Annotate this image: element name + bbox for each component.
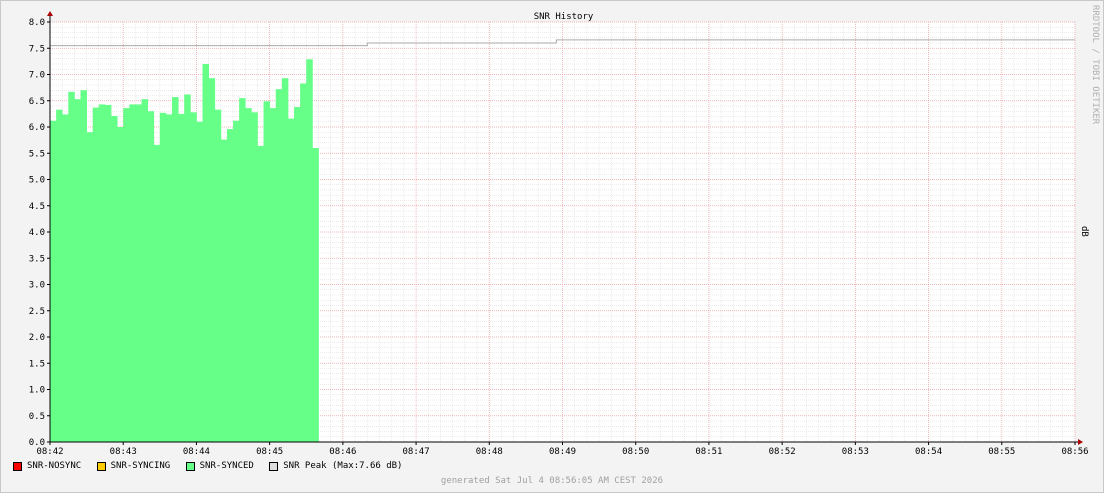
snr-synced-bar xyxy=(129,104,136,443)
legend-item-syncing: SNR-SYNCING xyxy=(96,461,171,471)
snr-synced-bar xyxy=(239,98,246,442)
y-tick-label: 7.0 xyxy=(29,71,45,81)
snr-synced-bar xyxy=(220,139,228,442)
legend-label-nosync: SNR-NOSYNC xyxy=(27,461,82,471)
snr-synced-bar xyxy=(196,121,203,442)
legend-label-peak: SNR Peak (Max:7.66 dB) xyxy=(283,461,403,471)
legend-swatch-nosync xyxy=(13,461,22,471)
snr-synced-bar xyxy=(257,145,264,442)
y-tick-label: 0.5 xyxy=(29,412,45,422)
snr-synced-bar xyxy=(294,107,301,443)
snr-synced-bar xyxy=(147,111,155,442)
legend-item-peak: SNR Peak (Max:7.66 dB) xyxy=(269,461,402,471)
snr-synced-bar xyxy=(269,108,277,442)
y-tick-label: 3.5 xyxy=(29,254,45,264)
snr-synced-bar xyxy=(263,101,271,443)
y-axis-unit-label: dB xyxy=(1079,226,1089,237)
y-tick-label: 7.5 xyxy=(29,44,45,54)
snr-synced-bar xyxy=(68,91,75,442)
snr-synced-bar xyxy=(50,120,57,442)
snr-synced-bar xyxy=(135,104,142,443)
snr-synced-bar xyxy=(233,120,240,442)
y-tick-label: 2.0 xyxy=(29,333,45,343)
x-tick-label: 08:44 xyxy=(183,447,210,457)
snr-synced-bar xyxy=(74,99,81,443)
snr-synced-bar xyxy=(111,115,118,442)
snr-synced-bar xyxy=(202,64,210,442)
snr-synced-bar xyxy=(190,112,197,443)
legend-swatch-peak xyxy=(269,461,279,471)
x-tick-label: 08:50 xyxy=(622,447,649,457)
snr-synced-bar xyxy=(141,99,149,443)
snr-synced-bar xyxy=(275,89,283,442)
x-tick-label: 08:45 xyxy=(256,447,283,457)
snr-synced-bar xyxy=(98,104,106,443)
legend-swatch-syncing xyxy=(96,461,106,471)
y-tick-label: 4.5 xyxy=(29,202,45,212)
y-tick-label: 1.0 xyxy=(29,386,45,396)
y-tick-label: 4.0 xyxy=(29,228,45,238)
snr-synced-bar xyxy=(300,83,307,443)
snr-synced-bar xyxy=(306,59,313,443)
x-tick-label: 08:47 xyxy=(403,447,430,457)
chart-title: SNR History xyxy=(534,12,594,22)
x-tick-label: 08:49 xyxy=(549,447,576,457)
legend-item-nosync: SNR-NOSYNC xyxy=(13,461,81,471)
legend-label-syncing: SNR-SYNCING xyxy=(110,461,171,471)
x-tick-label: 08:56 xyxy=(1061,447,1088,457)
snr-synced-bar xyxy=(165,114,173,443)
snr-synced-bar xyxy=(159,112,167,442)
snr-synced-bar xyxy=(214,109,222,443)
snr-synced-bar xyxy=(86,132,94,442)
x-axis-arrow xyxy=(1078,439,1083,445)
snr-synced-bar xyxy=(208,78,216,443)
snr-synced-bar xyxy=(56,109,63,443)
y-tick-label: 8.0 xyxy=(29,18,45,28)
snr-synced-bar xyxy=(184,94,191,442)
y-axis-arrow xyxy=(47,11,53,16)
snr-synced-bar xyxy=(226,129,234,442)
snr-synced-bar xyxy=(92,107,100,442)
snr-synced-bar xyxy=(245,108,252,442)
y-tick-label: 1.5 xyxy=(29,359,45,369)
y-tick-label: 0.0 xyxy=(29,438,45,448)
snr-synced-bar xyxy=(281,78,289,443)
x-tick-label: 08:55 xyxy=(988,447,1015,457)
x-tick-label: 08:53 xyxy=(842,447,869,457)
y-tick-label: 2.5 xyxy=(29,307,45,317)
y-tick-label: 6.0 xyxy=(29,123,45,133)
x-tick-label: 08:42 xyxy=(36,447,63,457)
y-tick-label: 5.0 xyxy=(29,176,45,186)
x-tick-label: 08:46 xyxy=(329,447,356,457)
rrdtool-watermark: RRDTOOL / TOBI OETIKER xyxy=(1090,5,1100,125)
snr-synced-bar xyxy=(172,97,179,442)
y-tick-label: 5.5 xyxy=(29,149,45,159)
snr-synced-bar xyxy=(104,104,112,442)
x-tick-label: 08:48 xyxy=(476,447,503,457)
snr-chart: 08:42 08:43 08:44 08:45 08:46 08:47 08:48 08:49… xyxy=(29,11,1089,457)
legend: SNR-NOSYNC SNR-SYNCING SNR-SYNCED SNR Pe… xyxy=(13,461,412,473)
generated-timestamp: generated Sat Jul 4 08:56:05 AM CEST 202… xyxy=(440,476,664,486)
snr-synced-bar xyxy=(251,112,258,443)
snr-synced-bar xyxy=(80,90,88,442)
y-tick-label: 6.5 xyxy=(29,97,45,107)
snr-synced-bar xyxy=(62,114,69,443)
legend-item-synced: SNR-SYNCED xyxy=(185,461,254,471)
snr-synced-bar xyxy=(153,144,161,442)
x-tick-label: 08:54 xyxy=(915,447,942,457)
x-tick-label: 08:43 xyxy=(110,447,137,457)
y-tick-label: 3.0 xyxy=(29,281,45,291)
legend-swatch-synced xyxy=(185,461,195,471)
snr-synced-bar xyxy=(178,113,185,442)
snr-synced-bar xyxy=(123,108,130,442)
snr-synced-bar xyxy=(287,118,295,442)
snr-synced-bar xyxy=(117,127,124,442)
x-tick-label: 08:51 xyxy=(695,447,722,457)
x-tick-label: 08:52 xyxy=(769,447,796,457)
legend-label-synced: SNR-SYNCED xyxy=(199,461,254,471)
snr-synced-bar xyxy=(312,148,319,442)
